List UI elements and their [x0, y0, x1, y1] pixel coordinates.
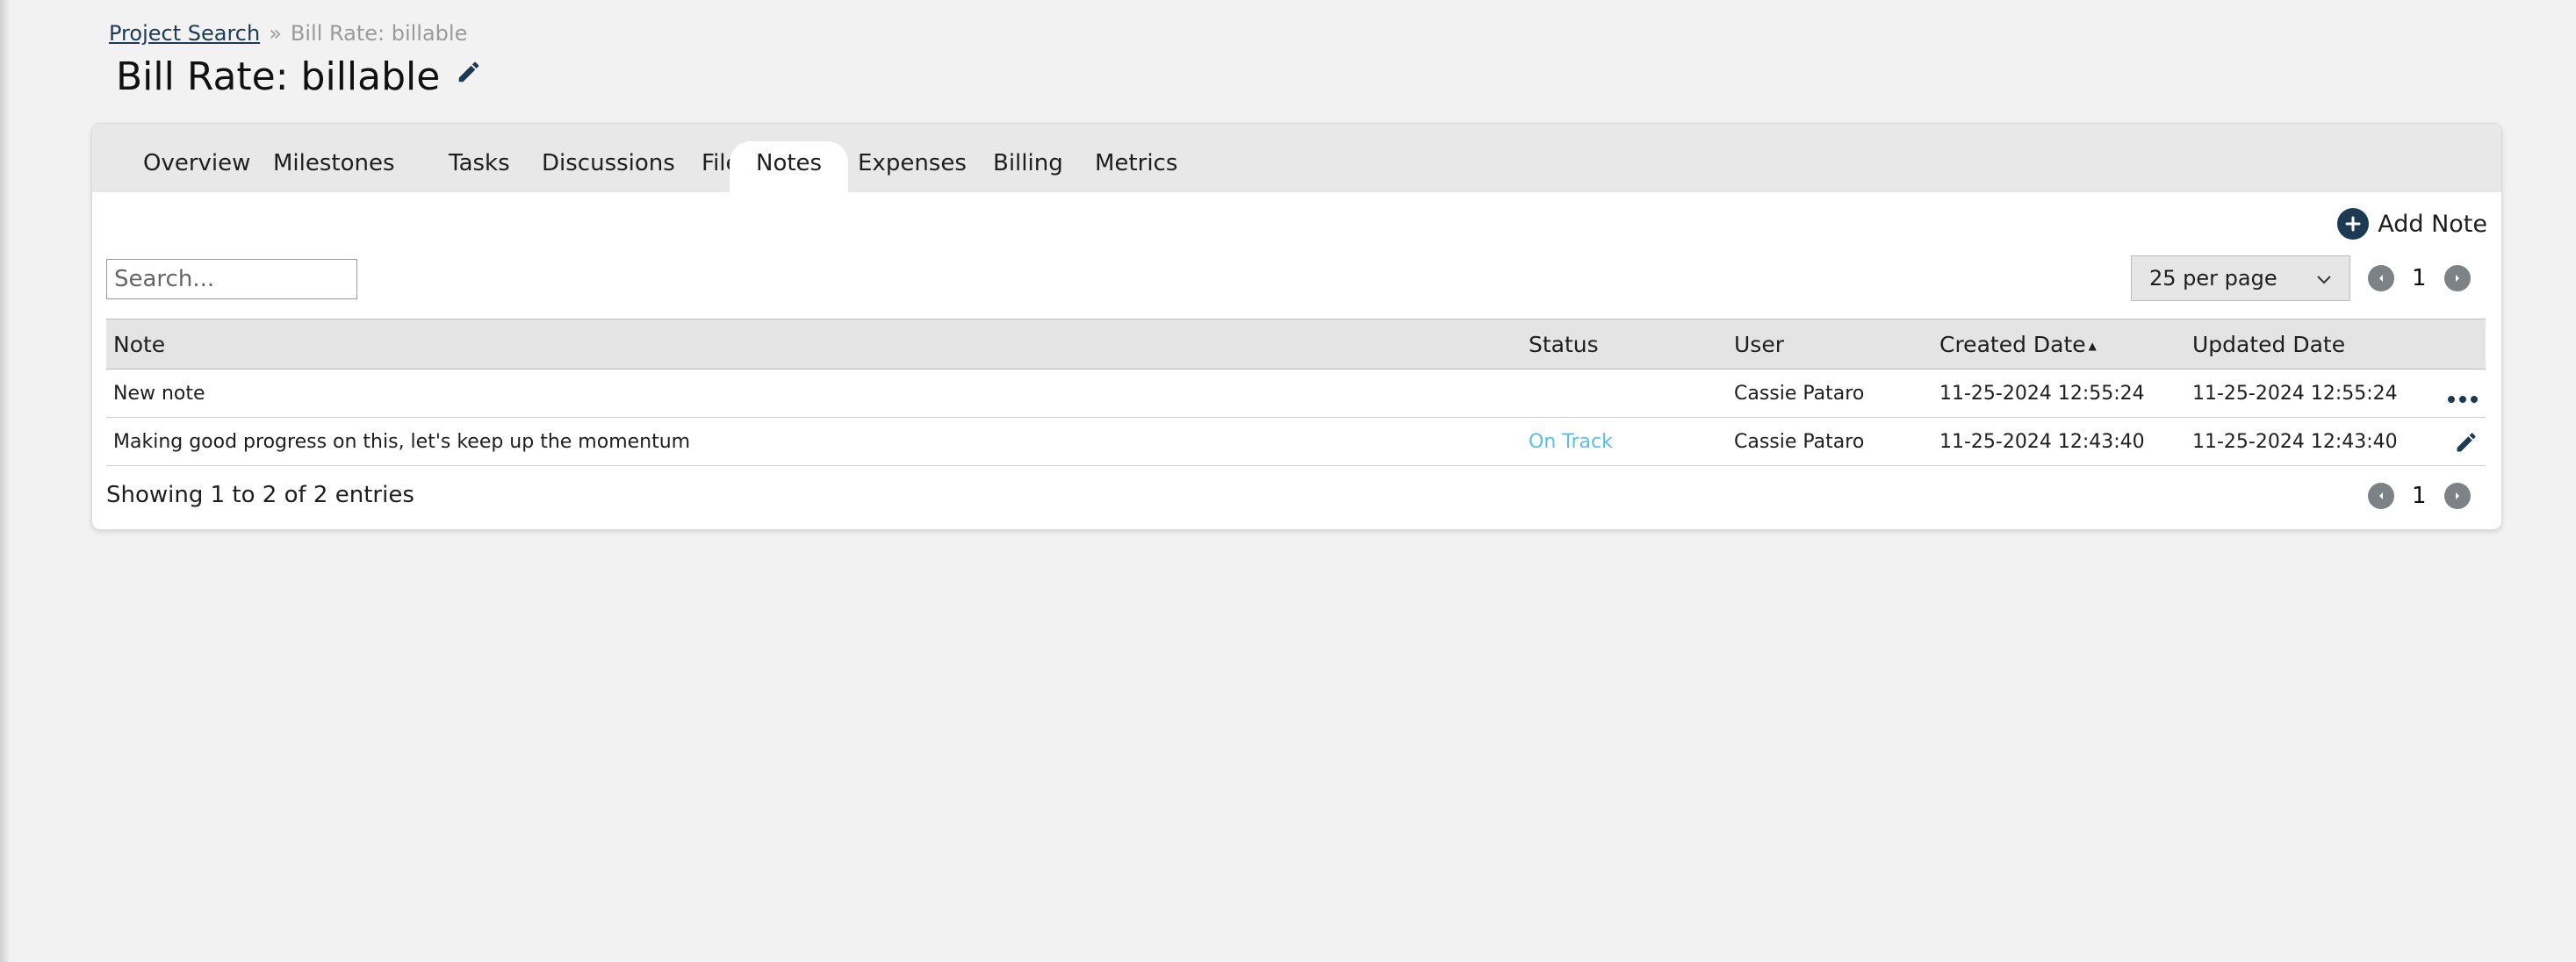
- notes-panel: Overview Milestones Tasks Discussions Fi…: [91, 123, 2502, 530]
- table-row[interactable]: Making good progress on this, let's keep…: [106, 418, 2486, 466]
- chevron-left-icon: [2379, 492, 2383, 499]
- tab-bar: Overview Milestones Tasks Discussions Fi…: [92, 124, 2501, 192]
- chevron-right-icon: [2455, 275, 2459, 282]
- column-header-updated-date[interactable]: Updated Date: [2192, 332, 2345, 357]
- table-row[interactable]: New note Cassie Pataro 11-25-2024 12:55:…: [106, 370, 2486, 418]
- pencil-icon[interactable]: [456, 59, 482, 85]
- updated-date-cell: 11-25-2024 12:43:40: [2192, 431, 2398, 453]
- note-cell: Making good progress on this, let's keep…: [113, 431, 691, 453]
- breadcrumb-current: Bill Rate: billable: [290, 21, 468, 46]
- user-cell: Cassie Pataro: [1734, 431, 1865, 453]
- prev-page-button[interactable]: [2368, 265, 2394, 291]
- tab-milestones[interactable]: Milestones: [247, 141, 421, 192]
- table-info: Showing 1 to 2 of 2 entries: [106, 482, 414, 508]
- breadcrumb-separator: »: [269, 21, 282, 46]
- updated-date-cell: 11-25-2024 12:55:24: [2192, 383, 2398, 405]
- notes-table: Note Status User Created Date ▲ Updated D…: [106, 319, 2486, 466]
- created-date-cell: 11-25-2024 12:43:40: [1939, 431, 2145, 453]
- per-page-select[interactable]: 25 per page: [2131, 255, 2350, 301]
- add-note-label: Add Note: [2378, 210, 2487, 238]
- note-cell: New note: [113, 383, 205, 405]
- table-header: Note Status User Created Date ▲ Updated D…: [106, 319, 2486, 370]
- chevron-down-icon: [2316, 266, 2332, 291]
- chevron-left-icon: [2379, 275, 2383, 282]
- created-date-cell: 11-25-2024 12:55:24: [1939, 383, 2145, 405]
- tab-metrics[interactable]: Metrics: [1069, 141, 1204, 192]
- pagination-bottom: 1: [2368, 483, 2471, 509]
- page-title: Bill Rate: billable: [116, 54, 441, 99]
- add-note-button[interactable]: Add Note: [2337, 208, 2487, 240]
- breadcrumb-link-project-search[interactable]: Project Search: [109, 21, 260, 46]
- chevron-right-icon: [2455, 492, 2459, 499]
- current-page-number: 1: [2412, 483, 2427, 509]
- more-icon[interactable]: [2447, 387, 2479, 409]
- breadcrumb: Project Search » Bill Rate: billable: [109, 21, 467, 46]
- user-cell: Cassie Pataro: [1734, 383, 1865, 405]
- sort-ascending-icon: ▲: [2088, 340, 2097, 352]
- current-page-number: 1: [2412, 265, 2427, 291]
- column-header-created-date[interactable]: Created Date ▲: [1939, 332, 2097, 357]
- status-badge: On Track: [1529, 431, 1613, 453]
- next-page-button[interactable]: [2443, 265, 2471, 291]
- tab-notes[interactable]: Notes: [730, 141, 849, 192]
- tab-discussions[interactable]: Discussions: [515, 141, 702, 192]
- next-page-button[interactable]: [2443, 483, 2471, 509]
- column-header-status[interactable]: Status: [1529, 332, 1599, 357]
- column-header-user[interactable]: User: [1734, 332, 1784, 357]
- pencil-icon[interactable]: [2454, 430, 2479, 460]
- plus-circle-icon: [2337, 208, 2370, 240]
- search-input[interactable]: [106, 259, 357, 299]
- page-title-row: Bill Rate: billable: [116, 54, 482, 99]
- window-edge-shadow: [0, 0, 11, 962]
- per-page-selected: 25 per page: [2149, 266, 2277, 291]
- column-header-note[interactable]: Note: [113, 332, 165, 357]
- pagination-top: 1: [2368, 265, 2471, 291]
- prev-page-button[interactable]: [2368, 483, 2394, 509]
